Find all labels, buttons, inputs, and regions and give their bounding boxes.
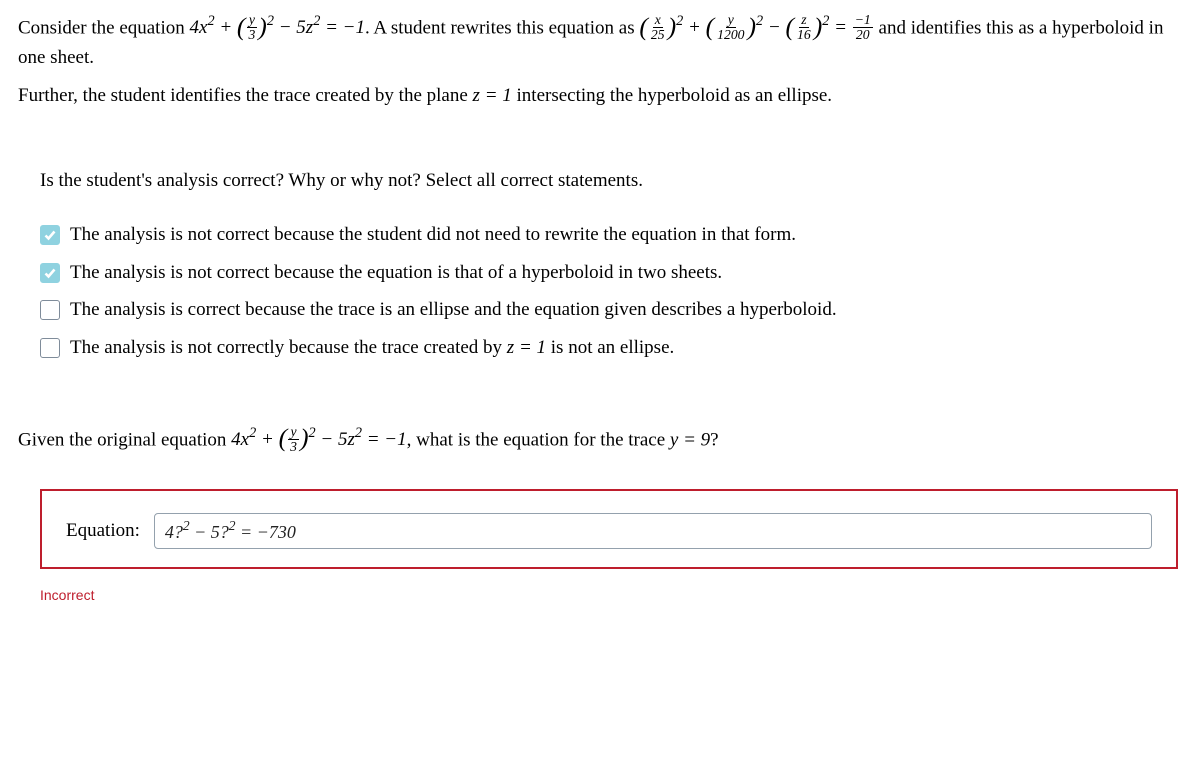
equation-input[interactable]: 4?2 − 5?2 = −730 (154, 513, 1152, 549)
equation-original-2: 4x2 + (y3)2 − 5z2 = −1 (231, 429, 406, 450)
option-2[interactable]: The analysis is not correct because the … (40, 259, 1182, 287)
checkbox-icon[interactable] (40, 300, 60, 320)
text: Consider the equation (18, 17, 190, 38)
text: Given the original equation (18, 429, 231, 450)
checkmark-icon (44, 229, 56, 241)
option-4[interactable]: The analysis is not correctly because th… (40, 334, 1182, 362)
text: , what is the equation for the trace (407, 429, 670, 450)
answer-label: Equation: (66, 520, 140, 542)
equation-original: 4x2 + (y3)2 − 5z2 = −1 (190, 17, 365, 38)
option-label: The analysis is not correctly because th… (70, 334, 674, 362)
option-3[interactable]: The analysis is correct because the trac… (40, 296, 1182, 324)
checkmark-icon (44, 267, 56, 279)
answer-container: Equation: 4?2 − 5?2 = −730 (40, 489, 1178, 569)
option-label: The analysis is not correct because the … (70, 259, 722, 287)
plane-eq: z = 1 (473, 85, 512, 106)
trace-cond: y = 9 (670, 429, 710, 450)
options-list: The analysis is not correct because the … (40, 221, 1182, 361)
text: Further, the student identifies the trac… (18, 85, 473, 106)
option-1[interactable]: The analysis is not correct because the … (40, 221, 1182, 249)
text: is not an ellipse. (546, 337, 674, 358)
inline-eq: z = 1 (507, 337, 546, 358)
text: . A student rewrites this equation as (365, 17, 639, 38)
option-label: The analysis is correct because the trac… (70, 296, 837, 324)
checkbox-icon[interactable] (40, 263, 60, 283)
option-label: The analysis is not correct because the … (70, 221, 796, 249)
question-text: Is the student's analysis correct? Why o… (40, 167, 1182, 196)
problem-line-1: Consider the equation 4x2 + (y3)2 − 5z2 … (18, 12, 1182, 72)
status-text: Incorrect (40, 587, 1182, 603)
followup-question: Given the original equation 4x2 + (y3)2 … (18, 424, 1182, 456)
checkbox-icon[interactable] (40, 225, 60, 245)
problem-line-2: Further, the student identifies the trac… (18, 82, 1182, 111)
text: The analysis is not correctly because th… (70, 337, 507, 358)
text: ? (710, 429, 718, 450)
checkbox-icon[interactable] (40, 338, 60, 358)
input-value: 4?2 − 5?2 = −730 (165, 519, 296, 543)
text: intersecting the hyperboloid as an ellip… (517, 85, 833, 106)
equation-rewritten: (x25)2 + (y1200)2 − (z16)2 = −120 (639, 17, 873, 38)
